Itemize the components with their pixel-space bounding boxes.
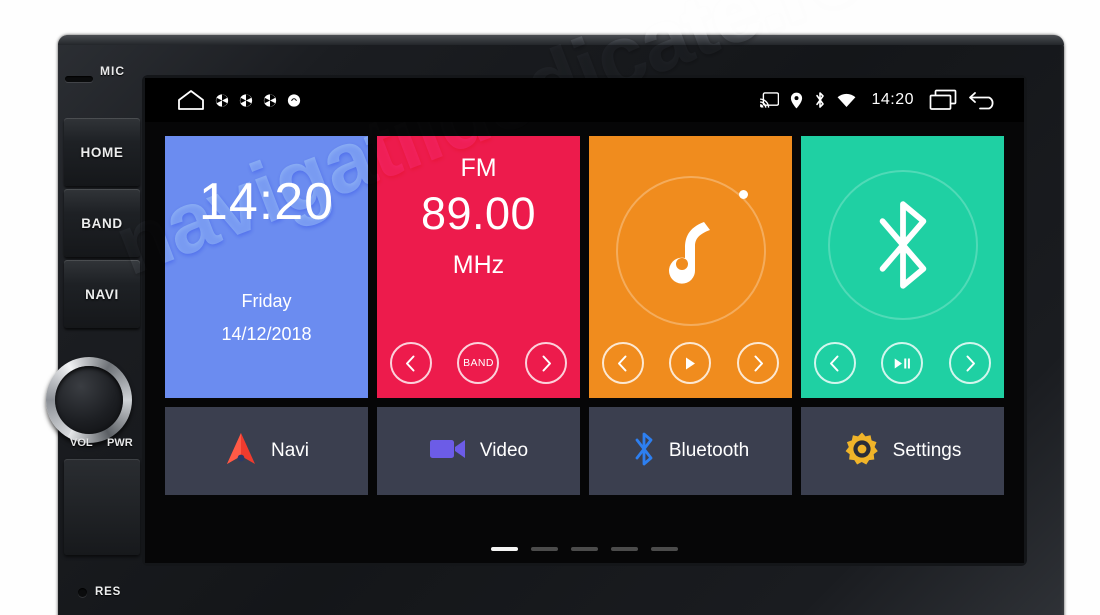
hardware-button-home[interactable]: HOME [64,118,140,186]
knob-face [55,366,123,434]
bluetooth-icon[interactable] [814,91,826,109]
reset-label: RES [95,586,122,598]
clock-tile-date: 14/12/2018 [221,324,312,344]
tile-clock[interactable]: 14:20 Friday 14/12/2018 [165,136,368,398]
screenshot-stage: MIC HOME BAND NAVI VOL PWR RES 14:20 14:… [0,0,1100,615]
tile-bluetooth[interactable] [801,136,1004,398]
tile-radio[interactable]: FM 89.00 MHz BAND [377,136,580,398]
bluetooth-prev-button[interactable] [813,342,856,384]
navigation-arrow-icon [224,431,258,472]
shortcut-video[interactable]: Video [377,407,580,495]
radio-controls: BAND [377,342,580,384]
prev-icon [618,355,627,371]
radio-band-label: FM [460,154,497,182]
music-icon-ring [615,176,766,326]
music-controls [589,342,792,384]
radio-next-button[interactable] [525,342,568,384]
page-dot[interactable] [491,547,518,551]
shortcut-video-label: Video [479,440,529,461]
status-bar-clock: 14:20 [871,91,914,108]
shutter-icon [239,93,253,107]
music-play-button[interactable] [669,342,712,384]
gear-icon [844,431,880,472]
page-dot[interactable] [571,547,598,551]
shortcut-settings[interactable]: Settings [801,407,1004,495]
page-dot[interactable] [651,547,678,551]
home-icon[interactable] [177,89,205,111]
page-dot[interactable] [531,547,558,551]
shutter-icon [215,93,229,107]
music-next-button[interactable] [737,342,780,384]
next-icon [542,355,551,371]
page-indicator [145,547,1024,551]
shortcut-settings-label: Settings [892,440,962,461]
recent-apps-icon[interactable] [929,89,957,111]
clock-tile-time: 14:20 [198,173,335,231]
clock-tile-day: Friday [241,291,292,311]
music-accent-dot [738,190,748,199]
status-bar-left-group [145,89,301,111]
bluetooth-play-pause-button[interactable] [881,342,924,384]
page-dot[interactable] [611,547,638,551]
back-icon[interactable] [968,90,998,111]
prev-icon [830,355,839,371]
status-bar-right-group: 14:20 [760,89,1024,111]
hardware-button-navi[interactable]: NAVI [64,260,140,328]
bluetooth-icon-ring [827,170,978,320]
bluetooth-controls [801,342,1004,384]
shutter-filled-icon [287,93,301,107]
location-pin-icon[interactable] [790,92,803,109]
hardware-button-column: HOME BAND NAVI [64,118,140,331]
radio-frequency: 89.00 [420,188,537,239]
bluetooth-icon [879,201,926,289]
touchscreen[interactable]: 14:20 14:20 Friday 14/12/2018 FM 89.00 M… [145,78,1024,563]
head-unit-top-edge [58,35,1064,45]
radio-band-button[interactable]: BAND [457,342,500,384]
primary-tile-row: 14:20 Friday 14/12/2018 FM 89.00 MHz BAN… [165,136,1004,398]
tile-music[interactable] [589,136,792,398]
hardware-button-band-label: BAND [81,215,123,231]
home-tile-grid: 14:20 Friday 14/12/2018 FM 89.00 MHz BAN… [145,122,1024,563]
wifi-icon[interactable] [837,93,856,108]
shutter-icon [263,93,277,107]
next-icon [754,355,763,371]
shortcut-navi-label: Navi [270,440,309,461]
radio-frequency-unit: MHz [452,251,505,279]
knob-pwr-label: PWR [107,437,133,449]
play-pause-icon [895,358,911,368]
knob-vol-label: VOL [70,437,93,449]
next-icon [966,355,975,371]
hardware-button-home-label: HOME [80,144,124,160]
prev-icon [406,355,415,371]
volume-power-knob[interactable] [46,357,132,443]
shortcut-bluetooth-label: Bluetooth [668,440,750,461]
bluetooth-icon [632,431,656,472]
shortcut-row: Navi Video Bluetooth Settings [165,407,1004,495]
mic-label: MIC [100,64,125,78]
screen-bezel: 14:20 14:20 Friday 14/12/2018 FM 89.00 M… [145,78,1024,563]
cast-icon[interactable] [760,92,780,108]
shortcut-navi[interactable]: Navi [165,407,368,495]
microphone-slot [65,76,93,82]
reset-pinhole[interactable] [78,588,87,597]
radio-prev-button[interactable] [389,342,432,384]
shortcut-bluetooth[interactable]: Bluetooth [589,407,792,495]
play-icon [686,357,696,369]
music-note-icon [668,222,710,284]
hardware-button-band[interactable]: BAND [64,189,140,257]
status-bar: 14:20 [145,78,1024,122]
video-camera-icon [429,436,467,467]
music-prev-button[interactable] [601,342,644,384]
hardware-button-navi-label: NAVI [85,286,119,302]
lower-bezel-plate [64,459,140,555]
bluetooth-next-button[interactable] [949,342,992,384]
